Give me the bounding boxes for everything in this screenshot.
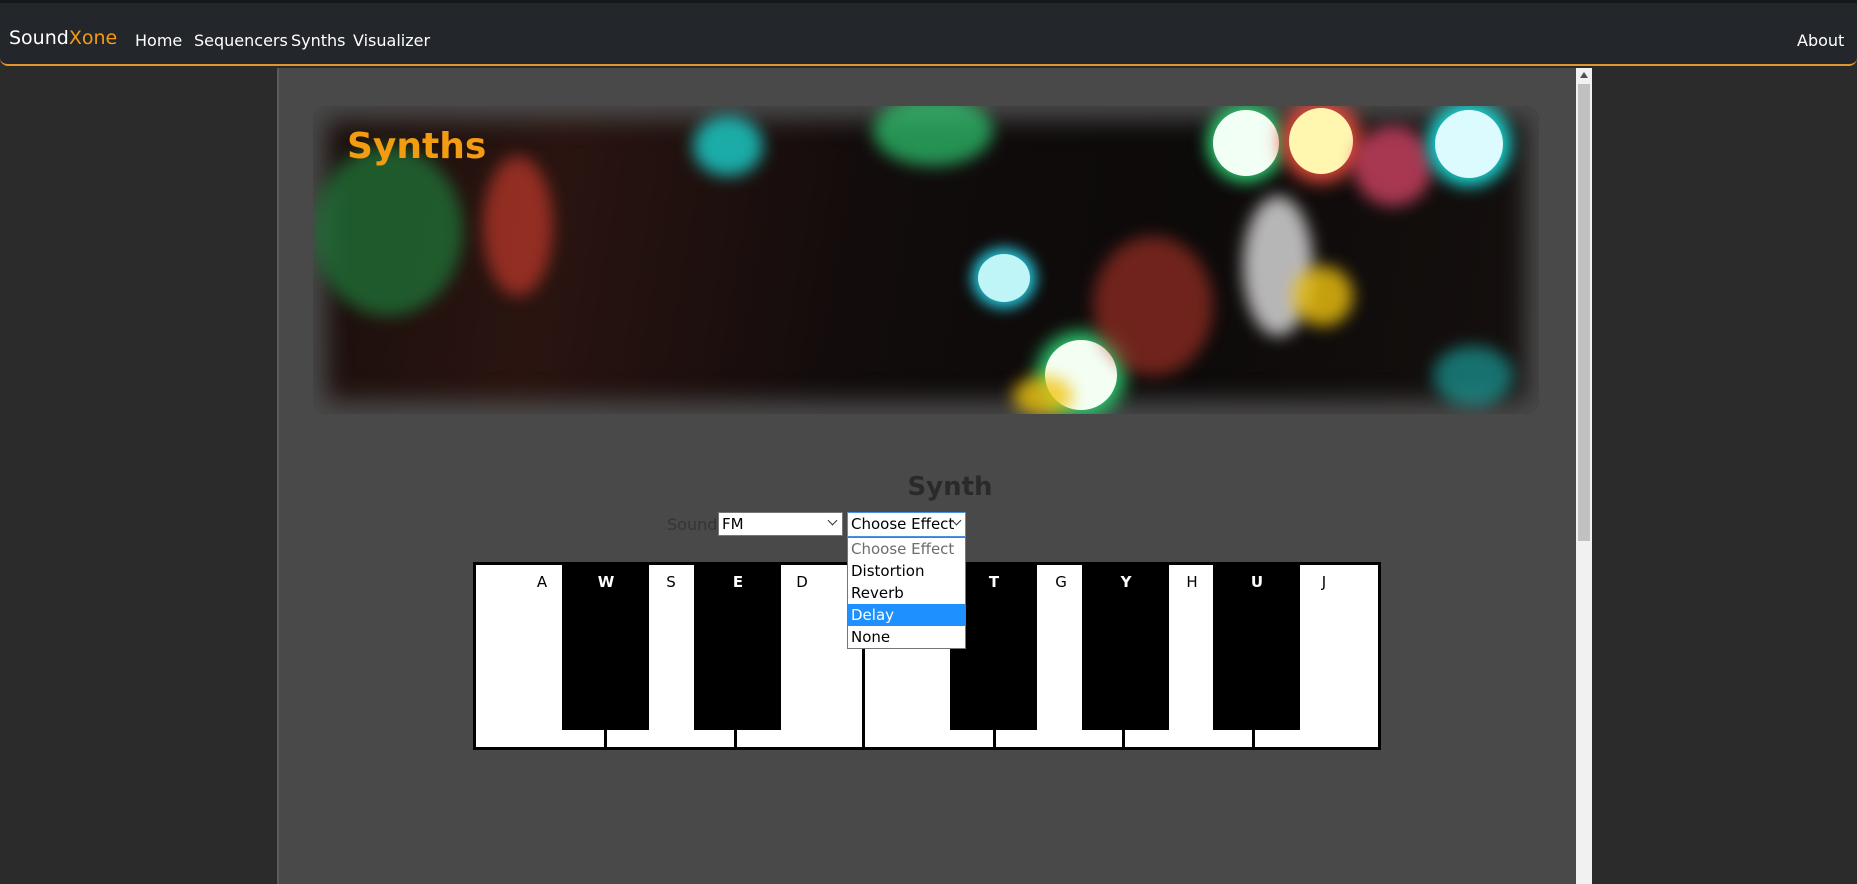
piano-key-label-u[interactable]: U	[1242, 573, 1272, 591]
nav-link-about[interactable]: About	[1797, 31, 1844, 50]
page-title: Synths	[347, 126, 487, 167]
brand-part-sound: Sound	[9, 27, 69, 49]
bokeh-light	[693, 116, 763, 176]
bokeh-light	[1353, 126, 1433, 206]
scrollbar[interactable]	[1576, 68, 1592, 884]
piano-key-label-t[interactable]: T	[979, 573, 1009, 591]
white-key-divider	[604, 729, 607, 747]
scroll-up-arrow-icon[interactable]	[1580, 72, 1588, 78]
bokeh-light	[873, 106, 993, 166]
bokeh-light	[1213, 110, 1279, 176]
page-background-right	[1592, 68, 1857, 884]
scrollbar-thumb[interactable]	[1578, 84, 1590, 541]
synth-heading: Synth	[907, 472, 993, 502]
bokeh-light	[1093, 236, 1213, 376]
bokeh-light	[1435, 110, 1503, 178]
bokeh-light	[1293, 266, 1353, 326]
effect-option-none[interactable]: None	[848, 626, 965, 648]
piano-key-label-h[interactable]: H	[1177, 573, 1207, 591]
effect-option-choose: Choose Effect	[851, 540, 955, 558]
navbar: SoundXone Home Sequencers Synths Visuali…	[0, 0, 1857, 66]
sound-label: Sound	[667, 515, 718, 534]
nav-link-home[interactable]: Home	[135, 31, 182, 50]
white-key-divider	[1122, 729, 1125, 747]
nav-link-visualizer[interactable]: Visualizer	[353, 31, 430, 50]
piano-key-label-y[interactable]: Y	[1111, 573, 1141, 591]
bokeh-light	[483, 156, 553, 296]
effect-select-value: Choose Effect	[851, 515, 955, 533]
effect-option-delay[interactable]: Delay	[848, 604, 965, 626]
sound-select[interactable]: FM	[718, 512, 843, 536]
white-key-divider	[1252, 729, 1255, 747]
bokeh-light	[1433, 346, 1513, 406]
piano-key-label-j[interactable]: J	[1309, 573, 1339, 591]
brand-part-xone: Xone	[68, 27, 118, 49]
piano-key-label-e[interactable]: E	[723, 573, 753, 591]
effect-option-distortion[interactable]: Distortion	[848, 560, 965, 582]
hero-banner-image	[313, 106, 1539, 414]
white-key-divider	[734, 729, 737, 747]
nav-link-sequencers[interactable]: Sequencers	[194, 31, 288, 50]
bokeh-light	[313, 146, 463, 316]
piano-key-label-d[interactable]: D	[787, 573, 817, 591]
bokeh-light	[1013, 376, 1073, 414]
piano-key-label-s[interactable]: S	[656, 573, 686, 591]
effect-dropdown-list: Choose Effect Distortion Reverb Delay No…	[847, 537, 966, 649]
nav-link-synths[interactable]: Synths	[291, 31, 346, 50]
white-key-divider	[993, 729, 996, 747]
piano-key-label-a[interactable]: A	[527, 573, 557, 591]
effect-option-reverb[interactable]: Reverb	[848, 582, 965, 604]
sound-select-value: FM	[722, 515, 744, 533]
effect-select[interactable]: Choose Effect	[847, 512, 966, 537]
piano-key-label-w[interactable]: W	[591, 573, 621, 591]
piano-key-label-g[interactable]: G	[1046, 573, 1076, 591]
bokeh-light	[978, 254, 1030, 302]
chevron-down-icon	[827, 515, 838, 526]
bokeh-light	[1289, 108, 1353, 174]
brand-logo[interactable]: SoundXone	[9, 27, 117, 49]
